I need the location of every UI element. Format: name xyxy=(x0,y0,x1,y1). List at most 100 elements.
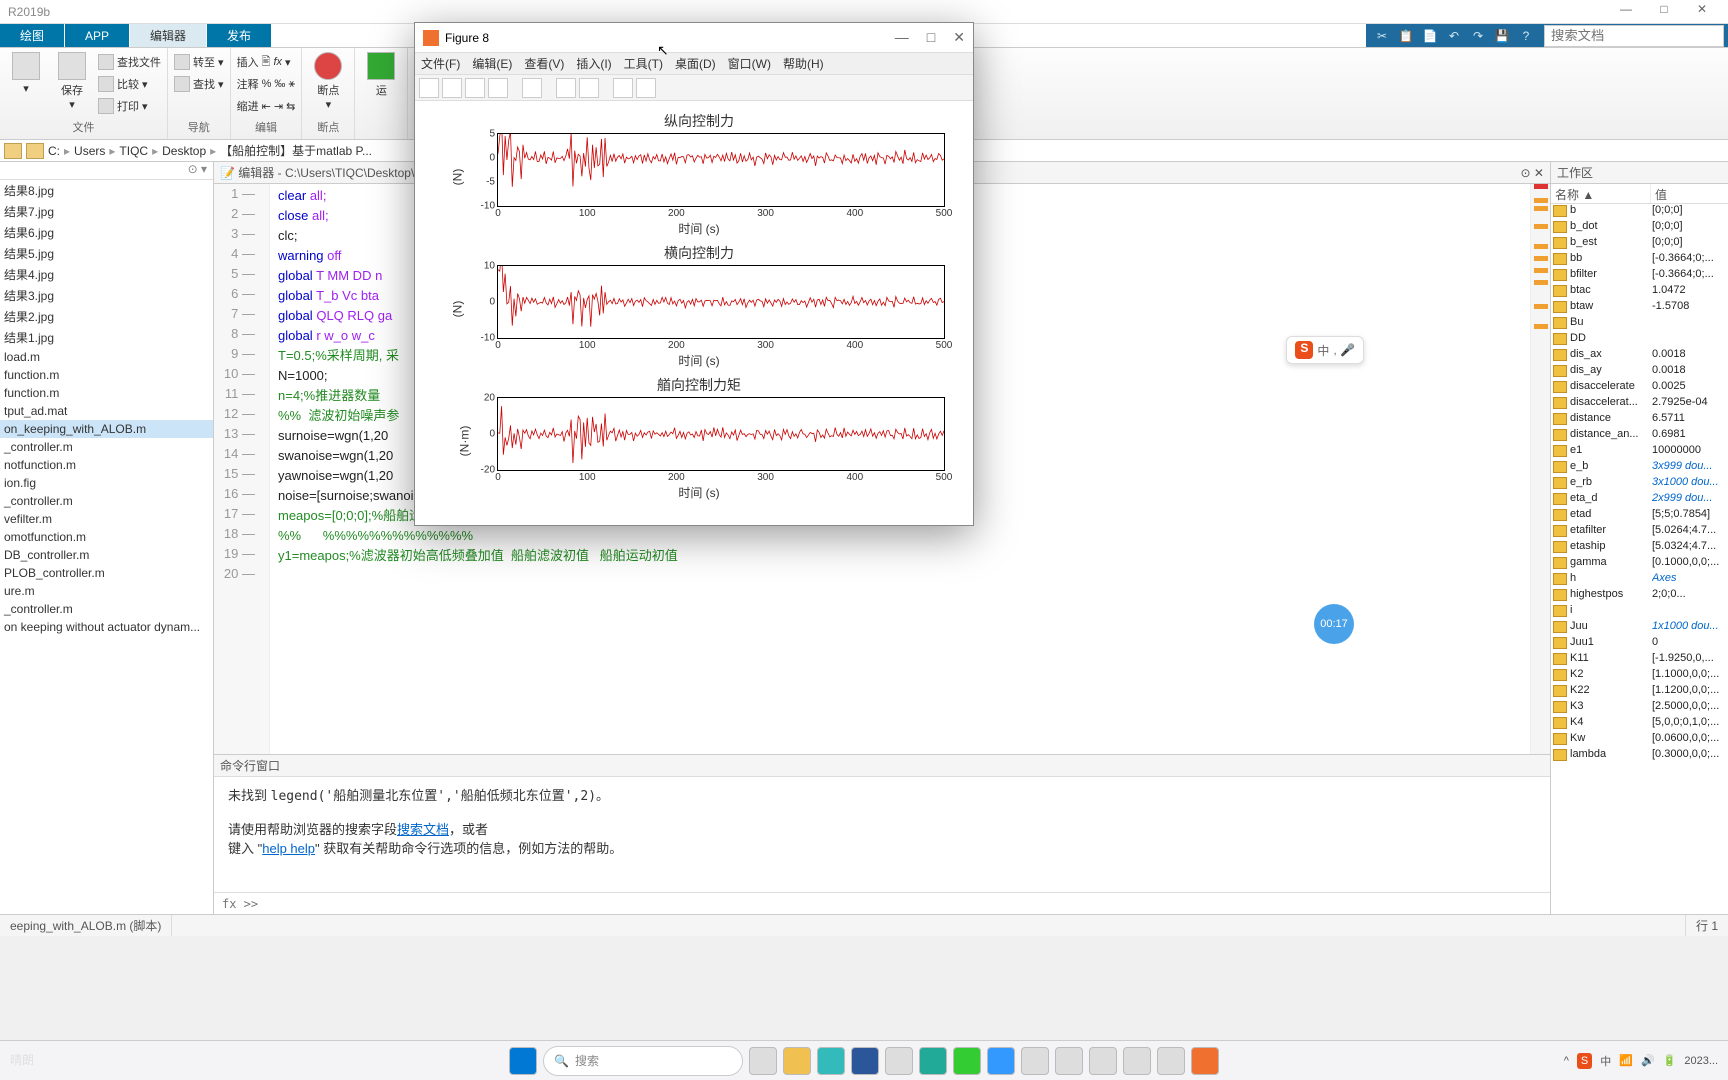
run-button[interactable]: 运 xyxy=(361,52,401,121)
workspace-row[interactable]: K3[2.5000,0,0;... xyxy=(1551,700,1728,716)
app3-icon[interactable] xyxy=(1055,1047,1083,1075)
ime-lang[interactable]: 中 xyxy=(1600,1053,1611,1069)
workspace-row[interactable]: DD xyxy=(1551,332,1728,348)
figure-menu-item[interactable]: 文件(F) xyxy=(421,53,460,74)
workspace-row[interactable]: bb[-0.3664;0;... xyxy=(1551,252,1728,268)
workspace-row[interactable]: e_b3x999 dou... xyxy=(1551,460,1728,476)
new-button[interactable]: ▾ xyxy=(6,52,46,117)
workspace-row[interactable]: K22[1.1200,0,0;... xyxy=(1551,684,1728,700)
figure-menu-item[interactable]: 插入(I) xyxy=(576,53,611,74)
inspector-icon[interactable] xyxy=(556,78,576,98)
fig-maximize-button[interactable]: □ xyxy=(927,29,935,46)
file-item[interactable]: tput_ad.mat xyxy=(0,402,213,420)
fig-close-button[interactable]: ✕ xyxy=(953,29,965,46)
word-icon[interactable] xyxy=(851,1047,879,1075)
compare-button[interactable]: 比较 ▾ xyxy=(98,74,161,94)
file-item[interactable]: PLOB_controller.m xyxy=(0,564,213,582)
tab-plot[interactable]: 绘图 xyxy=(0,24,64,47)
app-icon[interactable] xyxy=(919,1047,947,1075)
file-item[interactable]: load.m xyxy=(0,348,213,366)
file-item[interactable]: omotfunction.m xyxy=(0,528,213,546)
workspace-row[interactable]: e110000000 xyxy=(1551,444,1728,460)
workspace-row[interactable]: btac1.0472 xyxy=(1551,284,1728,300)
file-item[interactable]: 结果5.jpg xyxy=(0,243,213,264)
undo-icon[interactable]: ↶ xyxy=(1442,25,1466,47)
help-help-link[interactable]: help help xyxy=(262,841,315,856)
edge-icon[interactable] xyxy=(817,1047,845,1075)
goto-button[interactable]: 转至 ▾ xyxy=(174,52,224,72)
workspace-row[interactable]: Kw[0.0600,0,0;... xyxy=(1551,732,1728,748)
panel-menu-icon[interactable]: ⊙ ▾ xyxy=(0,162,213,180)
file-item[interactable]: vefilter.m xyxy=(0,510,213,528)
new-fig-icon[interactable] xyxy=(419,78,439,98)
minimize-button[interactable]: — xyxy=(1608,2,1644,22)
find-button[interactable]: 查找 ▾ xyxy=(174,74,224,94)
file-item[interactable]: notfunction.m xyxy=(0,456,213,474)
file-item[interactable]: ure.m xyxy=(0,582,213,600)
workspace-row[interactable]: dis_ay0.0018 xyxy=(1551,364,1728,380)
tray-chevron-icon[interactable]: ^ xyxy=(1564,1055,1569,1067)
save-button[interactable]: 保存▾ xyxy=(52,52,92,117)
file-item[interactable]: 结果1.jpg xyxy=(0,327,213,348)
workspace-row[interactable]: btaw-1.5708 xyxy=(1551,300,1728,316)
workspace-row[interactable]: i xyxy=(1551,604,1728,620)
breakpoint-button[interactable]: 断点▾ xyxy=(308,52,348,117)
volume-icon[interactable]: 🔊 xyxy=(1641,1054,1655,1067)
editor-close-button[interactable]: ⊙ ✕ xyxy=(1521,166,1544,180)
crumb[interactable]: Desktop xyxy=(162,144,206,158)
workspace-row[interactable]: etaship[5.0324;4.7... xyxy=(1551,540,1728,556)
insert-button[interactable]: 插入 🖹 fx ▾ xyxy=(237,52,296,72)
indent-button[interactable]: 缩进 ⇤ ⇥ ⇆ xyxy=(237,96,296,116)
figure-menu-item[interactable]: 查看(V) xyxy=(524,53,564,74)
crumb[interactable]: Users xyxy=(74,144,105,158)
file-item[interactable]: on_keeping_with_ALOB.m xyxy=(0,420,213,438)
workspace-row[interactable]: K11[-1.9250,0,... xyxy=(1551,652,1728,668)
workspace-row[interactable]: e_rb3x1000 dou... xyxy=(1551,476,1728,492)
workspace-row[interactable]: gamma[0.1000,0,0;... xyxy=(1551,556,1728,572)
fig-minimize-button[interactable]: — xyxy=(895,29,909,46)
file-item[interactable]: _controller.m xyxy=(0,600,213,618)
figure-menu-item[interactable]: 编辑(E) xyxy=(472,53,512,74)
workspace-row[interactable]: K4[5,0,0;0,1,0;... xyxy=(1551,716,1728,732)
workspace-row[interactable]: highestpos2;0;0... xyxy=(1551,588,1728,604)
file-item[interactable]: 结果6.jpg xyxy=(0,222,213,243)
figure-menu-item[interactable]: 桌面(D) xyxy=(675,53,716,74)
maximize-button[interactable]: □ xyxy=(1646,2,1682,22)
wifi-icon[interactable]: 📶 xyxy=(1619,1054,1633,1067)
file-item[interactable]: on keeping without actuator dynam... xyxy=(0,618,213,636)
workspace-row[interactable]: distance6.5711 xyxy=(1551,412,1728,428)
find-files-button[interactable]: 查找文件 xyxy=(98,52,161,72)
battery-icon[interactable]: 🔋 xyxy=(1663,1054,1677,1067)
clock[interactable]: 2023... xyxy=(1684,1055,1718,1067)
tab-app[interactable]: APP xyxy=(65,24,129,47)
legend-icon[interactable] xyxy=(636,78,656,98)
file-item[interactable]: 结果7.jpg xyxy=(0,201,213,222)
workspace-row[interactable]: etafilter[5.0264;4.7... xyxy=(1551,524,1728,540)
crumb[interactable]: TIQC xyxy=(119,144,148,158)
file-item[interactable]: _controller.m xyxy=(0,438,213,456)
search-doc-link[interactable]: 搜索文档 xyxy=(397,822,449,837)
workspace-row[interactable]: Juu10 xyxy=(1551,636,1728,652)
system-tray[interactable]: ^ S 中 📶 🔊 🔋 2023... xyxy=(1564,1053,1718,1069)
save-qa-icon[interactable]: 💾 xyxy=(1490,25,1514,47)
tab-editor[interactable]: 编辑器 xyxy=(130,24,206,47)
workspace-row[interactable]: Bu xyxy=(1551,316,1728,332)
notepad-icon[interactable] xyxy=(1123,1047,1151,1075)
cut-icon[interactable]: ✂ xyxy=(1370,25,1394,47)
file-item[interactable]: 结果8.jpg xyxy=(0,180,213,201)
file-item[interactable]: function.m xyxy=(0,366,213,384)
taskbar-search[interactable]: 🔍 搜索 xyxy=(543,1046,743,1076)
save-fig-icon[interactable] xyxy=(465,78,485,98)
ws-col-name[interactable]: 名称 ▲ xyxy=(1551,184,1651,203)
workspace-row[interactable]: b_dot[0;0;0] xyxy=(1551,220,1728,236)
file-item[interactable]: 结果4.jpg xyxy=(0,264,213,285)
settings-icon[interactable] xyxy=(1089,1047,1117,1075)
link-fig-icon[interactable] xyxy=(522,78,542,98)
file-item[interactable]: 结果2.jpg xyxy=(0,306,213,327)
app2-icon[interactable] xyxy=(1021,1047,1049,1075)
tab-publish[interactable]: 发布 xyxy=(207,24,271,47)
workspace-row[interactable]: disaccelerat...2.7925e-04 xyxy=(1551,396,1728,412)
workspace-row[interactable]: b[0;0;0] xyxy=(1551,204,1728,220)
paste-icon[interactable]: 📄 xyxy=(1418,25,1442,47)
workspace-row[interactable]: lambda[0.3000,0,0;... xyxy=(1551,748,1728,764)
